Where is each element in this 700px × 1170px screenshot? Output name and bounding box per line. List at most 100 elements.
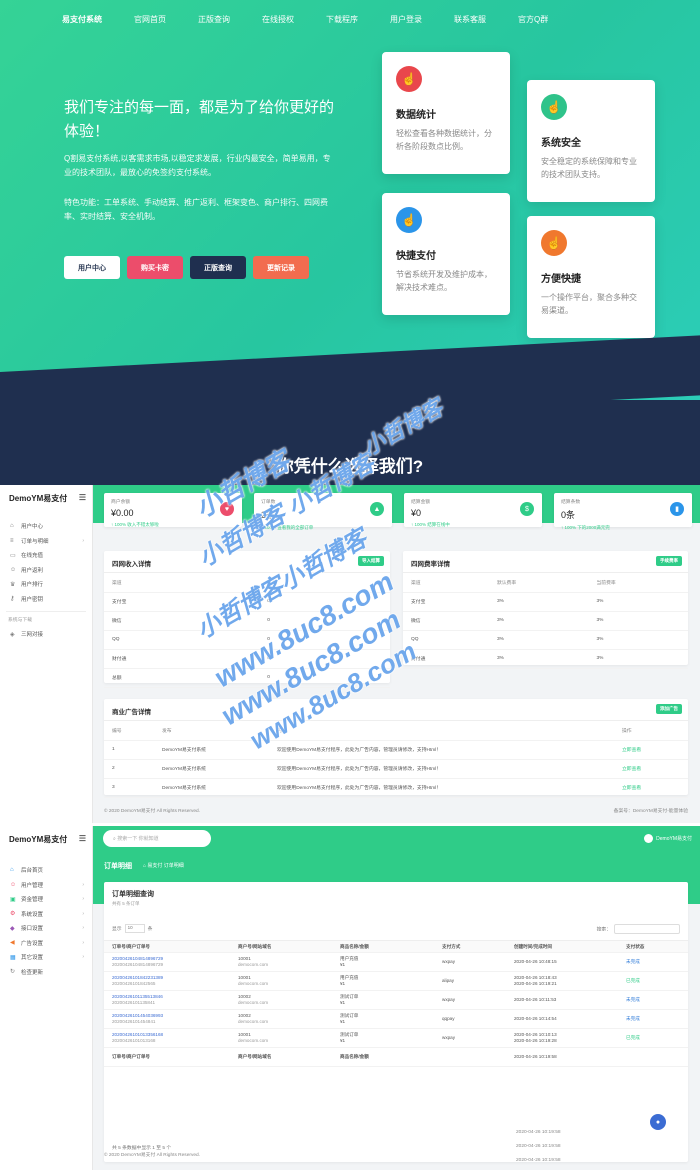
sidebar-item-integration[interactable]: ◈ 三网对接	[0, 627, 92, 642]
feature-desc: 一个操作平台，聚合多种交易渠道。	[541, 293, 637, 315]
nav-item-brand[interactable]: 易支付系统	[62, 14, 102, 25]
chevron-right-icon: ›	[82, 939, 84, 946]
hero-buttons: 用户中心 购买卡密 正版查询 更新记录	[64, 256, 309, 279]
page-size-select[interactable]: 10	[124, 924, 145, 933]
nav-item-query[interactable]: 正版查询	[198, 14, 230, 25]
table-search-input[interactable]	[614, 924, 680, 934]
column-header: 操作	[614, 721, 688, 741]
chat-float-icon[interactable]: ●	[650, 1114, 666, 1130]
sidebar-item-api[interactable]: ◆ 接口设置 ›	[0, 921, 92, 936]
nav-item-qq-group[interactable]: 官方Q群	[518, 14, 548, 25]
table-row: 20200426101013356168 20200426101013168 10…	[104, 1028, 688, 1048]
footer-copyright: © 2020 DemoYM易支付 All Rights Reserved.	[104, 809, 201, 814]
income-action-button[interactable]: 导入结算	[358, 556, 384, 566]
sidebar-item-ads[interactable]: ◀ 广告设置 ›	[0, 936, 92, 951]
column-header: 支付	[259, 573, 390, 593]
stat-label: 结算金额	[411, 500, 431, 505]
genuine-query-button[interactable]: 正版查询	[190, 256, 246, 279]
order-link[interactable]: 20200426104814896729	[112, 956, 163, 961]
refresh-icon: ↻	[10, 969, 16, 976]
table-footer-row: 订单号/商户订单号 商户号/网站域名 商品名称/金额 2020-04-26 10…	[104, 1047, 688, 1067]
view-link[interactable]: 立即查看	[614, 740, 688, 760]
status-badge: 未完成	[618, 1009, 688, 1029]
sidebar-item-home[interactable]: ⌂ 后台首页	[0, 863, 92, 878]
column-header: 编号	[104, 721, 154, 741]
table-row: 财付通 0	[104, 649, 390, 669]
chevron-right-icon: ›	[82, 881, 84, 888]
sidebar-item-system[interactable]: ⚙ 系统设置 ›	[0, 907, 92, 922]
rates-panel: 四网费率详情 手续费率 渠道 默认费率 当前费率 支付宝 3% 3% 微信 3% 3% QQ 3…	[403, 551, 688, 669]
sidebar: DemoYM易支付 ☰ ⌂ 后台首页 ☺ 用户管理 › ▣ 资金管理 › ⚙ 系统设置 › ◆ 接…	[0, 826, 93, 1170]
sidebar-item-funds[interactable]: ▣ 资金管理 ›	[0, 892, 92, 907]
stat-note: ↑ 100% 查看我的全部订单	[261, 525, 314, 530]
view-link[interactable]: 立即查看	[614, 759, 688, 779]
feature-card-stats: ☝ 数据统计 轻松查看各种数据统计，分析各阶段数点比例。	[382, 52, 510, 174]
status-badge: 已完成	[618, 971, 688, 991]
column-header[interactable]: 商户号/网站域名	[230, 940, 332, 953]
sidebar-item-other[interactable]: ▦ 其它设置 ›	[0, 950, 92, 965]
chevron-right-icon: ›	[82, 954, 84, 961]
card-icon: ▭	[10, 552, 16, 559]
table-row: 总额 0	[104, 668, 390, 688]
feature-title: 快捷支付	[396, 251, 436, 262]
stray-time: 2020-04-26 10:19:58	[516, 1130, 561, 1135]
sidebar-item-update[interactable]: ↻ 检查更新	[0, 965, 92, 980]
sidebar-item-orders[interactable]: ≡ 订单与明细 ›	[0, 534, 92, 549]
panel-header: 四网费率详情 手续费率	[403, 551, 688, 573]
stray-time: 2020-04-26 10:19:58	[516, 1144, 561, 1149]
panel-header: 商业广告详情 添加广告	[104, 699, 688, 721]
stat-value: 2条	[261, 510, 276, 520]
column-header[interactable]: 支付状态	[618, 940, 688, 953]
order-link[interactable]: 20200426101454036993	[112, 1013, 163, 1018]
column-header[interactable]: 支付方式	[434, 940, 506, 953]
add-ad-button[interactable]: 添加广告	[656, 704, 682, 714]
table-row: 20200426101454036993 20200426101454841 10…	[104, 1009, 688, 1029]
top-nav: 易支付系统 官网首页 正版查询 在线授权 下载程序 用户登录 联系客服 官方Q群	[62, 14, 580, 25]
footer-copyright: © 2020 DemoYM易支付 All Rights Reserved.	[104, 1153, 201, 1158]
changelog-button[interactable]: 更新记录	[253, 256, 309, 279]
sidebar-item-keys[interactable]: ⚷ 用户密钥	[0, 592, 92, 607]
home-icon: ⌂	[10, 867, 14, 874]
column-header[interactable]: 创建时间/完成时间	[506, 940, 618, 953]
buy-card-button[interactable]: 购买卡密	[127, 256, 183, 279]
table-row: 20200426104814896729 20200426104814896729…	[104, 952, 688, 972]
sidebar-item-users[interactable]: ☺ 用户管理 ›	[0, 878, 92, 893]
user-icon: ☺	[10, 881, 17, 888]
rates-action-button[interactable]: 手续费率	[656, 556, 682, 566]
shield-icon: ◈	[10, 631, 15, 638]
hero-slope	[0, 335, 700, 400]
top-bar: ⌕ 搜索一下 你就知道 DemoYM易支付	[93, 826, 700, 852]
sidebar-item-user-center[interactable]: ⌂ 用户中心	[0, 519, 92, 534]
user-center-button[interactable]: 用户中心	[64, 256, 120, 279]
nav-item-download[interactable]: 下载程序	[326, 14, 358, 25]
page-title: 订单明细	[104, 863, 132, 870]
nav-item-home[interactable]: 官网首页	[134, 14, 166, 25]
feature-desc: 节省系统开发及维护成本，解决技术难点。	[396, 270, 492, 292]
search-input[interactable]: ⌕ 搜索一下 你就知道	[103, 830, 211, 847]
status-badge: 未完成	[618, 990, 688, 1010]
menu-toggle-icon[interactable]: ☰	[79, 834, 86, 843]
feature-card-fast-pay: ☝ 快捷支付 节省系统开发及维护成本，解决技术难点。	[382, 193, 510, 315]
view-link[interactable]: 立即查看	[614, 778, 688, 798]
order-link[interactable]: 20200426101842231389	[112, 975, 163, 980]
sidebar-item-rebate[interactable]: ☺ 用户返利	[0, 563, 92, 578]
user-menu[interactable]: DemoYM易支付	[644, 834, 692, 843]
sidebar-item-recharge[interactable]: ▭ 在线充值	[0, 548, 92, 563]
feature-card-convenient: ☝ 方便快捷 一个操作平台，聚合多种交易渠道。	[527, 216, 655, 338]
column-header[interactable]: 商品名称/金额	[332, 940, 434, 953]
order-link[interactable]: 20200426101135513846	[112, 994, 163, 999]
sidebar-item-ranking[interactable]: ♛ 用户排行	[0, 577, 92, 592]
nav-item-support[interactable]: 联系客服	[454, 14, 486, 25]
status-badge: 已完成	[618, 1028, 688, 1048]
nav-item-login[interactable]: 用户登录	[390, 14, 422, 25]
plug-icon: ◆	[10, 925, 15, 932]
stat-value: 0条	[561, 510, 576, 520]
menu-toggle-icon[interactable]: ☰	[79, 493, 86, 502]
table-row: 财付通 3% 3%	[403, 649, 688, 669]
thumbs-up-icon: ☝	[541, 94, 567, 120]
panel-title: 订单明细查询	[112, 891, 154, 898]
column-header[interactable]: 订单号/商户订单号	[104, 940, 230, 953]
nav-item-authorize[interactable]: 在线授权	[262, 14, 294, 25]
order-panel: 订单明细查询 共有 5 条订单 显示 10 条 搜索： 订单号/商户订单号 商户号/…	[104, 882, 688, 1162]
order-link[interactable]: 20200426101013356168	[112, 1032, 163, 1037]
